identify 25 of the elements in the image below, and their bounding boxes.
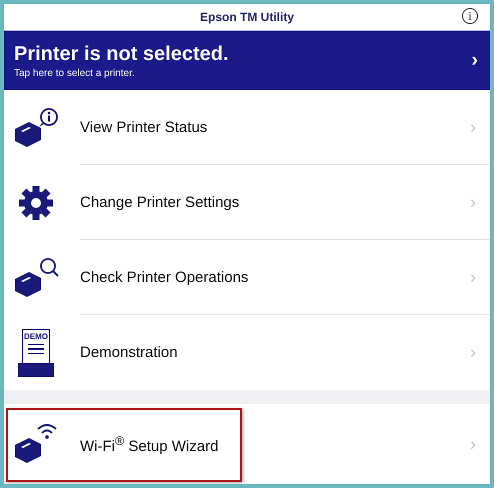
printer-search-icon	[13, 256, 59, 298]
chevron-icon: ›	[471, 49, 478, 72]
printer-banner[interactable]: Printer is not selected. Tap here to select a printer. ›	[4, 31, 490, 90]
chevron-icon: ›	[470, 434, 476, 454]
item-label: Wi-Fi$^{®}$ Setup Wizard	[80, 434, 220, 454]
item-label: Demonstration	[80, 344, 179, 361]
menu-item[interactable]: DEMO Demonstration ›	[4, 315, 490, 390]
banner-title: Printer is not selected.	[14, 42, 230, 66]
menu-item[interactable]: Check Printer Operations ›	[4, 240, 490, 315]
printer-wifi-icon	[13, 423, 59, 465]
chevron-icon: ›	[470, 342, 476, 363]
item-label: Check Printer Operations	[80, 268, 250, 286]
menu-item[interactable]: Wi-Fi$^{®}$ Setup Wizard ›	[4, 404, 490, 484]
info-button[interactable]: i	[462, 8, 478, 24]
window-title: Epson TM Utility	[200, 10, 294, 24]
item-label: Change Printer Settings	[80, 194, 240, 210]
printer-info-icon	[13, 106, 59, 148]
banner-subtitle: Tap here to select a printer.	[14, 68, 136, 78]
gear-icon	[17, 184, 55, 222]
chevron-icon: ›	[470, 116, 476, 138]
chevron-icon: ›	[470, 266, 476, 288]
menu-item[interactable]: View Printer Status ›	[4, 90, 490, 165]
item-label: View Printer Status	[80, 118, 208, 136]
chevron-icon: ›	[470, 192, 476, 212]
menu-item[interactable]: Change Printer Settings ›	[4, 165, 490, 240]
